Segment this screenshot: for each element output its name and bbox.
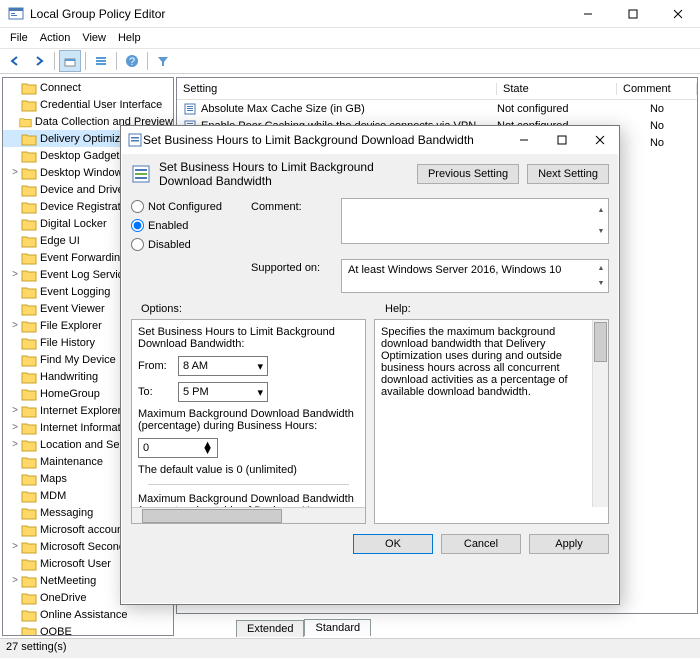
close-button[interactable] xyxy=(655,0,700,28)
tree-item[interactable]: Credential User Interface xyxy=(3,96,173,113)
help-text: Specifies the maximum background downloa… xyxy=(381,326,602,398)
tab-standard[interactable]: Standard xyxy=(304,619,371,636)
comment-textarea[interactable]: ▲▼ xyxy=(341,198,609,244)
help-pane: Specifies the maximum background downloa… xyxy=(374,319,609,524)
help-label: Help: xyxy=(375,301,609,319)
default-note: The default value is 0 (unlimited) xyxy=(138,464,359,476)
supported-scroll[interactable]: ▲▼ xyxy=(595,261,607,291)
tree-item[interactable]: OOBE xyxy=(3,623,173,636)
list-row[interactable]: Absolute Max Cache Size (in GB)Not confi… xyxy=(177,100,697,117)
chevron-down-icon: ▾ xyxy=(257,386,263,399)
supported-label: Supported on: xyxy=(251,259,331,274)
menu-action[interactable]: Action xyxy=(34,30,77,46)
apply-button[interactable]: Apply xyxy=(529,534,609,554)
help-vscroll[interactable] xyxy=(592,320,608,507)
opt-title: Set Business Hours to Limit Background D… xyxy=(138,326,359,350)
minimize-button[interactable] xyxy=(565,0,610,28)
menu-file[interactable]: File xyxy=(4,30,34,46)
comment-scroll[interactable]: ▲▼ xyxy=(595,200,607,242)
options-pane: Set Business Hours to Limit Background D… xyxy=(131,319,366,524)
help-icon[interactable]: ? xyxy=(121,50,143,72)
statusbar: 27 setting(s) xyxy=(0,638,700,658)
tab-extended[interactable]: Extended xyxy=(236,620,304,637)
menu-help[interactable]: Help xyxy=(112,30,147,46)
toolbar: ? xyxy=(0,48,700,74)
forward-icon[interactable] xyxy=(28,50,50,72)
max-during-input[interactable]: 0▲▼ xyxy=(138,438,218,458)
window-title: Local Group Policy Editor xyxy=(30,7,565,21)
from-select[interactable]: 8 AM▾ xyxy=(178,356,268,376)
supported-text: At least Windows Server 2016, Windows 10 xyxy=(348,264,561,276)
ok-button[interactable]: OK xyxy=(353,534,433,554)
col-state[interactable]: State xyxy=(497,83,617,95)
policy-icon xyxy=(131,164,151,184)
radio-disabled[interactable]: Disabled xyxy=(131,238,241,251)
app-icon xyxy=(8,6,24,22)
to-label: To: xyxy=(138,386,172,398)
back-icon[interactable] xyxy=(4,50,26,72)
svg-text:?: ? xyxy=(129,56,135,68)
options-hscroll[interactable] xyxy=(132,507,365,523)
dialog-minimize-button[interactable] xyxy=(505,126,543,154)
bottom-tabs: Extended Standard xyxy=(176,614,698,636)
options-label: Options: xyxy=(131,301,365,319)
policy-dialog: Set Business Hours to Limit Background D… xyxy=(120,125,620,605)
col-comment[interactable]: Comment xyxy=(617,83,697,95)
menubar: File Action View Help xyxy=(0,28,700,48)
menu-view[interactable]: View xyxy=(76,30,112,46)
tree-item[interactable]: Connect xyxy=(3,79,173,96)
dialog-header-label: Set Business Hours to Limit Background D… xyxy=(159,160,409,188)
next-setting-button[interactable]: Next Setting xyxy=(527,164,609,184)
dialog-title: Set Business Hours to Limit Background D… xyxy=(143,133,505,147)
list-icon[interactable] xyxy=(90,50,112,72)
supported-box: At least Windows Server 2016, Windows 10… xyxy=(341,259,609,293)
list-header: Setting State Comment xyxy=(177,78,697,100)
dialog-titlebar: Set Business Hours to Limit Background D… xyxy=(121,126,619,154)
dialog-close-button[interactable] xyxy=(581,126,619,154)
radio-enabled[interactable]: Enabled xyxy=(131,219,241,232)
chevron-down-icon: ▾ xyxy=(257,360,263,373)
maximize-button[interactable] xyxy=(610,0,655,28)
filter-icon[interactable] xyxy=(152,50,174,72)
up-icon[interactable] xyxy=(59,50,81,72)
main-titlebar: Local Group Policy Editor xyxy=(0,0,700,28)
tree-item[interactable]: Online Assistance xyxy=(3,606,173,623)
comment-label: Comment: xyxy=(251,198,331,213)
radio-not-configured[interactable]: Not Configured xyxy=(131,200,241,213)
col-setting[interactable]: Setting xyxy=(177,83,497,95)
previous-setting-button[interactable]: Previous Setting xyxy=(417,164,519,184)
max-during-label: Maximum Background Download Bandwidth (p… xyxy=(138,408,359,432)
to-select[interactable]: 5 PM▾ xyxy=(178,382,268,402)
dialog-maximize-button[interactable] xyxy=(543,126,581,154)
cancel-button[interactable]: Cancel xyxy=(441,534,521,554)
status-text: 27 setting(s) xyxy=(6,641,67,653)
from-label: From: xyxy=(138,360,172,372)
dialog-icon xyxy=(127,132,143,148)
